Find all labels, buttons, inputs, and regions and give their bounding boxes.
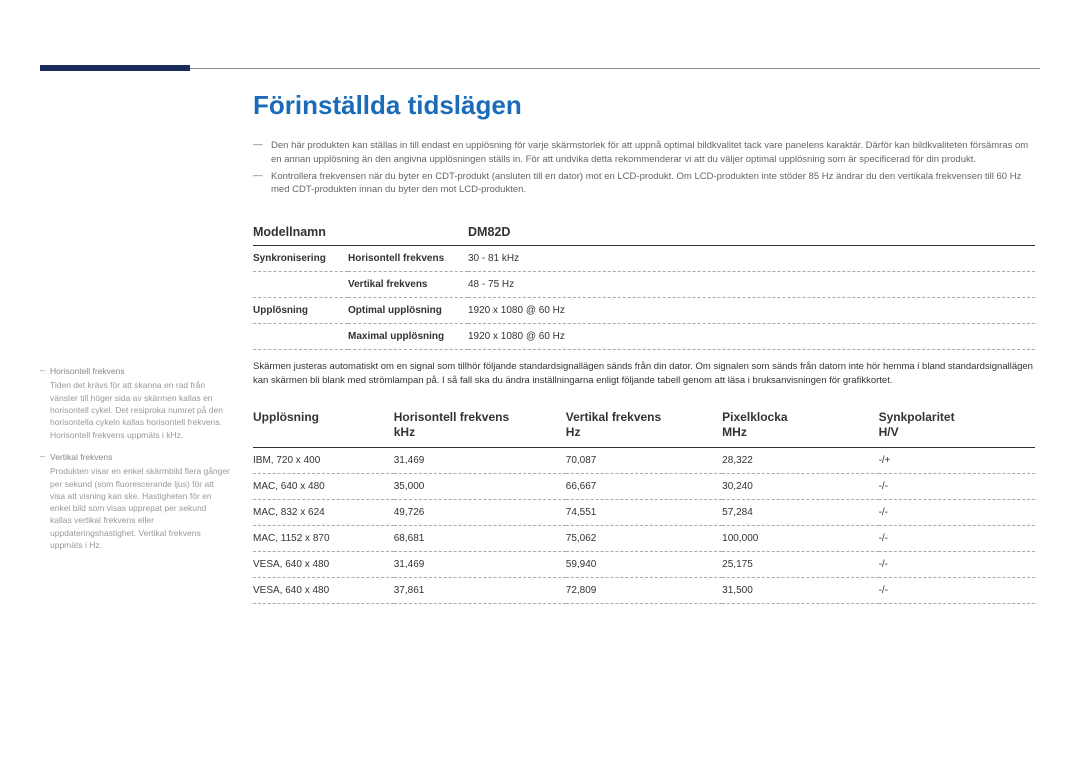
- td-res: MAC, 832 x 624: [253, 499, 394, 525]
- sidebar-term: Horisontell frekvens: [50, 365, 230, 377]
- spec-value: 1920 x 1080 @ 60 Hz: [468, 298, 1035, 324]
- spec-value: 1920 x 1080 @ 60 Hz: [468, 324, 1035, 350]
- td-h: 31,469: [394, 447, 566, 473]
- main-content: Förinställda tidslägen Den här produkten…: [253, 90, 1035, 604]
- td-pol: -/+: [879, 447, 1035, 473]
- spec-value: 48 - 75 Hz: [468, 272, 1035, 298]
- td-v: 59,940: [566, 551, 722, 577]
- td-v: 75,062: [566, 525, 722, 551]
- td-h: 49,726: [394, 499, 566, 525]
- timing-table: Upplösning Horisontell frekvens kHz Vert…: [253, 404, 1035, 604]
- spec-group: [253, 324, 348, 350]
- timing-row: IBM, 720 x 400 31,469 70,087 28,322 -/+: [253, 447, 1035, 473]
- spec-row: Synkronisering Horisontell frekvens 30 -…: [253, 246, 1035, 272]
- th-hfreq: Horisontell frekvens kHz: [394, 404, 566, 448]
- spec-group: Upplösning: [253, 298, 348, 324]
- td-p: 30,240: [722, 473, 878, 499]
- chapter-marker: [40, 65, 190, 71]
- td-p: 57,284: [722, 499, 878, 525]
- th-pixelclock: Pixelklocka MHz: [722, 404, 878, 448]
- td-v: 66,667: [566, 473, 722, 499]
- td-pol: -/-: [879, 551, 1035, 577]
- th-line2: H/V: [879, 425, 899, 439]
- spec-row: Maximal upplösning 1920 x 1080 @ 60 Hz: [253, 324, 1035, 350]
- note-item: Den här produkten kan ställas in till en…: [253, 139, 1035, 167]
- td-p: 28,322: [722, 447, 878, 473]
- timing-row: MAC, 640 x 480 35,000 66,667 30,240 -/-: [253, 473, 1035, 499]
- timing-row: VESA, 640 x 480 37,861 72,809 31,500 -/-: [253, 577, 1035, 603]
- td-pol: -/-: [879, 499, 1035, 525]
- td-res: MAC, 640 x 480: [253, 473, 394, 499]
- spec-header-model-value: DM82D: [468, 219, 1035, 246]
- th-line2: kHz: [394, 425, 415, 439]
- spec-row: Upplösning Optimal upplösning 1920 x 108…: [253, 298, 1035, 324]
- td-h: 68,681: [394, 525, 566, 551]
- td-p: 100,000: [722, 525, 878, 551]
- spec-value: 30 - 81 kHz: [468, 246, 1035, 272]
- th-line1: Upplösning: [253, 410, 319, 424]
- th-line2: MHz: [722, 425, 747, 439]
- spec-header-model-label: Modellnamn: [253, 219, 468, 246]
- spec-row: Vertikal frekvens 48 - 75 Hz: [253, 272, 1035, 298]
- td-p: 25,175: [722, 551, 878, 577]
- td-res: MAC, 1152 x 870: [253, 525, 394, 551]
- timing-row: VESA, 640 x 480 31,469 59,940 25,175 -/-: [253, 551, 1035, 577]
- td-res: VESA, 640 x 480: [253, 577, 394, 603]
- td-v: 74,551: [566, 499, 722, 525]
- spec-key: Maximal upplösning: [348, 324, 468, 350]
- timing-row: MAC, 1152 x 870 68,681 75,062 100,000 -/…: [253, 525, 1035, 551]
- spec-group: Synkronisering: [253, 246, 348, 272]
- sidebar-notes: Horisontell frekvens Tiden det krävs för…: [40, 365, 230, 561]
- timing-row: MAC, 832 x 624 49,726 74,551 57,284 -/-: [253, 499, 1035, 525]
- td-h: 37,861: [394, 577, 566, 603]
- td-pol: -/-: [879, 525, 1035, 551]
- page-title: Förinställda tidslägen: [253, 90, 1035, 121]
- th-resolution: Upplösning: [253, 404, 394, 448]
- paragraph: Skärmen justeras automatiskt om en signa…: [253, 360, 1035, 388]
- top-divider: [40, 68, 1040, 69]
- td-pol: -/-: [879, 473, 1035, 499]
- note-block: Den här produkten kan ställas in till en…: [253, 139, 1035, 197]
- td-v: 70,087: [566, 447, 722, 473]
- th-line1: Vertikal frekvens: [566, 410, 661, 424]
- sidebar-note-hfreq: Horisontell frekvens Tiden det krävs för…: [40, 365, 230, 441]
- th-line1: Horisontell frekvens: [394, 410, 509, 424]
- timing-header-row: Upplösning Horisontell frekvens kHz Vert…: [253, 404, 1035, 448]
- th-polarity: Synkpolaritet H/V: [879, 404, 1035, 448]
- th-line1: Pixelklocka: [722, 410, 787, 424]
- th-line1: Synkpolaritet: [879, 410, 955, 424]
- sidebar-def: Tiden det krävs för att skanna en rad fr…: [50, 379, 230, 441]
- spec-key: Optimal upplösning: [348, 298, 468, 324]
- spec-table: Modellnamn DM82D Synkronisering Horisont…: [253, 219, 1035, 350]
- td-v: 72,809: [566, 577, 722, 603]
- sidebar-term: Vertikal frekvens: [50, 451, 230, 463]
- td-res: IBM, 720 x 400: [253, 447, 394, 473]
- th-line2: Hz: [566, 425, 581, 439]
- td-pol: -/-: [879, 577, 1035, 603]
- sidebar-def: Produkten visar en enkel skärmbild flera…: [50, 465, 230, 551]
- spec-header-row: Modellnamn DM82D: [253, 219, 1035, 246]
- spec-key: Horisontell frekvens: [348, 246, 468, 272]
- spec-key: Vertikal frekvens: [348, 272, 468, 298]
- td-h: 31,469: [394, 551, 566, 577]
- th-vfreq: Vertikal frekvens Hz: [566, 404, 722, 448]
- td-h: 35,000: [394, 473, 566, 499]
- note-item: Kontrollera frekvensen när du byter en C…: [253, 170, 1035, 198]
- spec-group: [253, 272, 348, 298]
- td-res: VESA, 640 x 480: [253, 551, 394, 577]
- sidebar-note-vfreq: Vertikal frekvens Produkten visar en enk…: [40, 451, 230, 552]
- td-p: 31,500: [722, 577, 878, 603]
